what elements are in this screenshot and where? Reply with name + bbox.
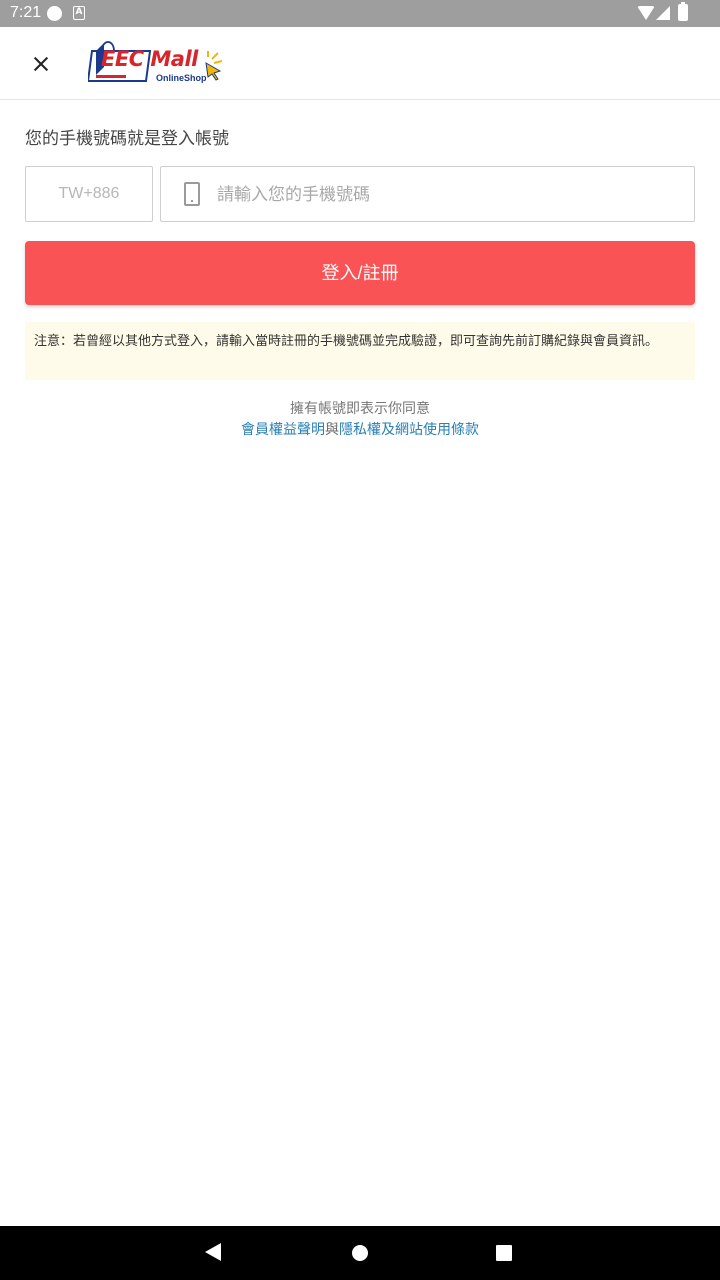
app-header: EEC Mall OnlineShop xyxy=(0,27,720,100)
eec-mall-logo: EEC Mall OnlineShop xyxy=(88,37,230,91)
notice-box: 注意：若曾經以其他方式登入，請輸入當時註冊的手機號碼並完成驗證，即可查詢先前訂購… xyxy=(25,322,695,380)
home-icon[interactable] xyxy=(352,1245,368,1261)
phone-icon xyxy=(184,182,200,206)
agreement-links: 會員權益聲明與隱私權及網站使用條款 xyxy=(0,419,720,439)
notification-dot-icon xyxy=(47,6,62,21)
country-code-value: TW+886 xyxy=(58,185,120,202)
member-rights-link[interactable]: 會員權益聲明 xyxy=(241,422,325,438)
phone-input[interactable] xyxy=(217,181,677,209)
battery-icon xyxy=(678,2,688,21)
a-icon: A xyxy=(73,6,85,20)
logo-text: EEC Mall xyxy=(101,47,198,71)
agreement-conjunction: 與 xyxy=(325,422,339,438)
signal-icon xyxy=(656,6,670,20)
close-icon[interactable] xyxy=(22,45,60,83)
phone-field[interactable] xyxy=(160,166,695,222)
status-time: 7:21 xyxy=(10,4,42,21)
logo-subtext: OnlineShop xyxy=(156,73,207,83)
login-register-button[interactable]: 登入/註冊 xyxy=(25,241,695,305)
country-code-selector[interactable]: TW+886 xyxy=(25,166,153,222)
system-nav-bar xyxy=(0,1226,720,1280)
agreement-text: 擁有帳號即表示你同意 xyxy=(290,401,430,417)
status-bar: 7:21 A xyxy=(0,0,720,27)
login-hint: 您的手機號碼就是登入帳號 xyxy=(25,129,229,149)
wifi-icon xyxy=(637,6,655,20)
back-icon[interactable] xyxy=(205,1243,221,1261)
recent-apps-icon[interactable] xyxy=(496,1245,512,1261)
privacy-terms-link[interactable]: 隱私權及網站使用條款 xyxy=(339,422,479,438)
